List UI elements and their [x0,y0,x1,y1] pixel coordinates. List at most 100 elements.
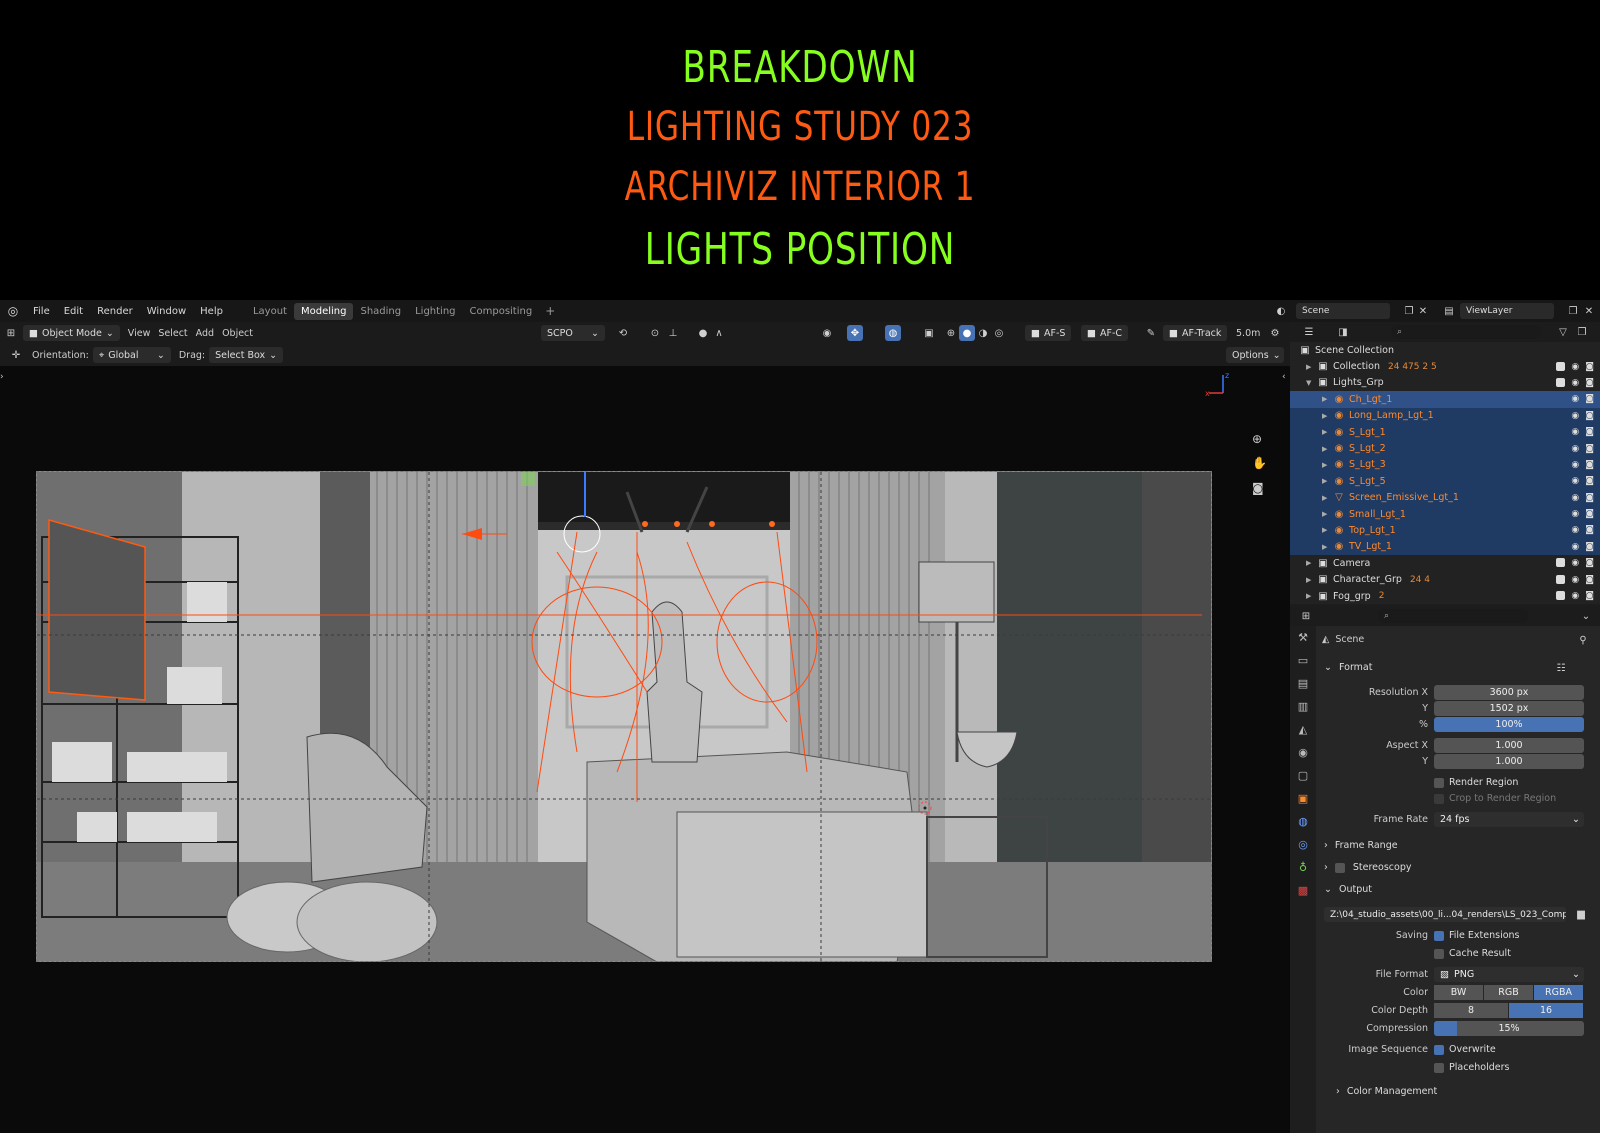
snap-icon[interactable]: ⊙ [647,325,663,341]
snap-target-icon[interactable]: ⊥ [665,325,681,341]
render-camera-icon[interactable]: ◙ [1585,575,1594,585]
exclude-checkbox-icon[interactable] [1556,558,1566,568]
add-workspace-button[interactable]: + [539,304,561,318]
outliner-row[interactable]: ▶ ▣ Collection 24 475 2 5 ◉ ◙ [1290,358,1600,374]
af-c-button[interactable]: ■ AF-C [1081,325,1129,341]
eye-icon[interactable]: ◉ [1571,444,1579,454]
overwrite-checkbox[interactable]: Overwrite [1434,1044,1496,1055]
outliner-row[interactable]: ▶ ◉ TV_Lgt_1 ◉ ◙ [1290,538,1600,556]
render-camera-icon[interactable]: ◙ [1585,378,1594,388]
viewport-menu-add[interactable]: Add [196,328,214,339]
delete-scene-icon[interactable]: ✕ [1415,303,1431,319]
expand-right-icon[interactable]: ▶ [1306,576,1316,584]
delete-view-layer-icon[interactable]: ✕ [1581,303,1597,319]
eyedropper-icon[interactable]: ✎ [1143,325,1159,341]
color-option-rgb[interactable]: RGB [1484,985,1533,1000]
light-data-tab-icon[interactable]: ♁ [1290,856,1316,879]
render-camera-icon[interactable]: ◙ [1585,591,1594,601]
outliner-row[interactable]: ▶ ◉ Small_Lgt_1 ◉ ◙ [1290,505,1600,523]
tab-lighting[interactable]: Lighting [408,303,462,320]
expand-right-icon[interactable]: ▶ [1306,592,1316,600]
pivot-point-icon[interactable]: ⟲ [615,325,631,341]
format-panel-header[interactable]: ⌄ Format [1324,662,1372,673]
render-camera-icon[interactable]: ◙ [1585,394,1594,404]
resolution-y-field[interactable]: 1502 px [1434,701,1584,716]
output-path-field[interactable]: Z:\04_studio_assets\00_li...04_renders\L… [1324,907,1566,922]
render-camera-icon[interactable]: ◙ [1585,427,1594,437]
color-option-rgba[interactable]: RGBA [1534,985,1583,1000]
chevron-down-icon[interactable]: ⌄ [1578,608,1594,624]
color-option-bw[interactable]: BW [1434,985,1483,1000]
eye-icon[interactable]: ◉ [1571,394,1579,404]
crop-region-checkbox[interactable]: Crop to Render Region [1434,793,1556,804]
output-tab-icon[interactable]: ▤ [1290,672,1316,695]
aspect-y-field[interactable]: 1.000 [1434,754,1584,769]
render-camera-icon[interactable]: ◙ [1585,476,1594,486]
view-layer-icon[interactable]: ▤ [1441,303,1457,319]
expand-right-icon[interactable]: ▶ [1322,543,1332,551]
object-tab-icon[interactable]: ▣ [1290,787,1316,810]
outliner-row[interactable]: ▶ ▣ Fog_grp 2 ◉ ◙ [1290,588,1600,604]
expand-right-icon[interactable]: ▶ [1322,477,1332,485]
resolution-percent-field[interactable]: 100% [1434,717,1584,732]
collection-tab-icon[interactable]: ▢ [1290,764,1316,787]
eye-icon[interactable]: ◉ [1571,493,1579,503]
outliner-row[interactable]: ▶ ▽ Screen_Emissive_Lgt_1 ◉ ◙ [1290,489,1600,506]
scene-collection-row[interactable]: ▣ Scene Collection [1290,342,1600,358]
collapse-toolbar-icon[interactable]: › [0,372,4,382]
world-tab-icon[interactable]: ◉ [1290,741,1316,764]
checkbox-icon[interactable] [1334,862,1345,873]
frame-rate-dropdown[interactable]: 24 fps ⌄ [1434,812,1584,827]
eye-icon[interactable]: ◉ [1571,362,1579,372]
menu-file[interactable]: File [26,306,57,317]
render-camera-icon[interactable]: ◙ [1585,444,1594,454]
wireframe-shading-icon[interactable]: ⊕ [943,325,959,341]
transform-orientation-dropdown[interactable]: SCPO ⌄ [541,325,605,341]
texture-tab-icon[interactable]: ▩ [1290,879,1316,902]
object-mode-dropdown[interactable]: ■ Object Mode ⌄ [23,325,120,341]
eye-icon[interactable]: ◉ [1571,591,1579,601]
menu-help[interactable]: Help [193,306,230,317]
expand-right-icon[interactable]: ▶ [1322,412,1332,420]
exclude-checkbox-icon[interactable] [1556,574,1566,584]
render-camera-icon[interactable]: ◙ [1585,460,1594,470]
view-layer-tab-icon[interactable]: ▥ [1290,695,1316,718]
modifiers-tab-icon[interactable]: ◍ [1290,810,1316,833]
scene-selector[interactable]: Scene [1296,303,1390,319]
viewport-menu-object[interactable]: Object [222,328,253,339]
outliner-row[interactable]: ▶ ▣ Character_Grp 24 4 ◉ ◙ [1290,571,1600,587]
resolution-x-field[interactable]: 3600 px [1434,685,1584,700]
af-track-button[interactable]: ■ AF-Track [1163,325,1228,341]
editor-type-icon[interactable]: ⊞ [1298,608,1314,624]
eye-icon[interactable]: ◉ [1571,378,1579,388]
expand-right-icon[interactable]: ▶ [1322,395,1332,403]
expand-right-icon[interactable]: ▶ [1322,461,1332,469]
eye-icon[interactable]: ◉ [1571,575,1579,585]
expand-right-icon[interactable]: ▶ [1322,510,1332,518]
display-mode-icon[interactable]: ☰ [1301,324,1317,340]
expand-right-icon[interactable]: ▶ [1322,494,1332,502]
cache-result-checkbox[interactable]: Cache Result [1434,948,1511,959]
color-depth-option-16[interactable]: 16 [1509,1003,1583,1018]
eye-icon[interactable]: ◉ [1571,460,1579,470]
eye-icon[interactable]: ◉ [1571,411,1579,421]
viewport-menu-select[interactable]: Select [158,328,187,339]
menu-window[interactable]: Window [140,306,193,317]
scene-tab-icon[interactable]: ◭ [1290,718,1316,741]
falloff-icon[interactable]: ∧ [711,325,727,341]
material-shading-icon[interactable]: ◑ [975,325,991,341]
stereoscopy-panel-header[interactable]: › Stereoscopy [1324,862,1411,873]
exclude-checkbox-icon[interactable] [1556,377,1566,387]
rendered-shading-icon[interactable]: ◎ [991,325,1007,341]
solid-shading-icon[interactable]: ● [959,325,975,341]
frame-range-panel-header[interactable]: › Frame Range [1324,840,1398,851]
render-camera-icon[interactable]: ◙ [1585,362,1594,372]
outliner-row[interactable]: ▶ ◉ S_Lgt_3 ◉ ◙ [1290,456,1600,474]
drag-dropdown[interactable]: Select Box ⌄ [209,347,284,363]
properties-search-input[interactable]: ⌕ [1378,609,1528,623]
exclude-checkbox-icon[interactable] [1556,591,1566,601]
render-tab-icon[interactable]: ▭ [1290,649,1316,672]
editor-type-icon[interactable]: ⊞ [3,325,19,341]
render-camera-icon[interactable]: ◙ [1585,558,1594,568]
proportional-edit-icon[interactable]: ● [695,325,711,341]
